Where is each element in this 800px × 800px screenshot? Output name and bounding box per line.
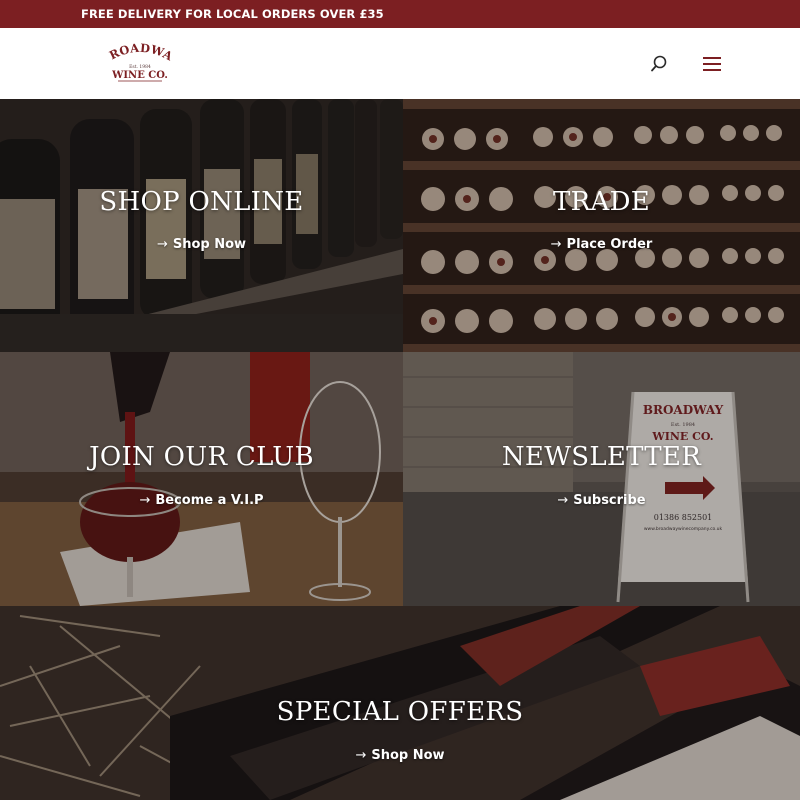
arrow-right-icon: → <box>139 493 151 508</box>
tile-special-offers[interactable]: SPECIAL OFFERS → Shop Now <box>0 606 800 800</box>
become-vip-label: Become a V.I.P <box>155 493 264 508</box>
tile-overlay <box>0 99 403 352</box>
announcement-bar: FREE DELIVERY FOR LOCAL ORDERS OVER £35 <box>0 0 800 28</box>
special-offers-title: SPECIAL OFFERS <box>276 697 524 727</box>
shop-now-label: Shop Now <box>172 237 247 252</box>
tile-overlay <box>403 352 800 606</box>
become-vip-link[interactable]: → Become a V.I.P <box>0 493 403 508</box>
tile-overlay <box>403 99 800 352</box>
trade-title: TRADE <box>552 187 651 217</box>
tile-shop-online[interactable]: SHOP ONLINE → Shop Now <box>0 99 403 352</box>
hamburger-menu-icon[interactable] <box>701 54 723 74</box>
tile-join-our-club[interactable]: JOIN OUR CLUB → Become a V.I.P <box>0 352 403 606</box>
place-order-label: Place Order <box>566 237 653 252</box>
arrow-right-icon: → <box>156 237 168 252</box>
arrow-right-icon: → <box>550 237 562 252</box>
shop-now-link[interactable]: → Shop Now <box>0 237 403 252</box>
subscribe-label: Subscribe <box>573 493 646 508</box>
svg-text:BROADWAY: BROADWAY <box>104 41 176 64</box>
special-offers-shop-now-label: Shop Now <box>371 748 445 763</box>
free-delivery-text: FREE DELIVERY FOR LOCAL ORDERS OVER £35 <box>81 7 384 21</box>
search-icon[interactable] <box>648 53 670 75</box>
join-club-title: JOIN OUR CLUB <box>89 442 314 472</box>
special-offers-shop-now-link[interactable]: → Shop Now <box>0 748 800 763</box>
svg-text:WINE CO.: WINE CO. <box>111 70 168 81</box>
newsletter-title: NEWSLETTER <box>501 442 702 472</box>
tile-overlay <box>0 352 403 606</box>
arrow-right-icon: → <box>355 748 367 763</box>
broadway-wine-co-logo[interactable]: BROADWAY Est. 1984 WINE CO. <box>99 30 176 85</box>
arrow-right-icon: → <box>557 493 569 508</box>
tile-newsletter[interactable]: BROADWAY Est. 1984 WINE CO. 01386 852501… <box>403 352 800 606</box>
shop-online-title: SHOP ONLINE <box>99 187 304 217</box>
subscribe-link[interactable]: → Subscribe <box>403 493 800 508</box>
place-order-link[interactable]: → Place Order <box>403 237 800 252</box>
site-header: BROADWAY Est. 1984 WINE CO. <box>0 28 800 99</box>
tile-trade[interactable]: TRADE → Place Order <box>403 99 800 352</box>
